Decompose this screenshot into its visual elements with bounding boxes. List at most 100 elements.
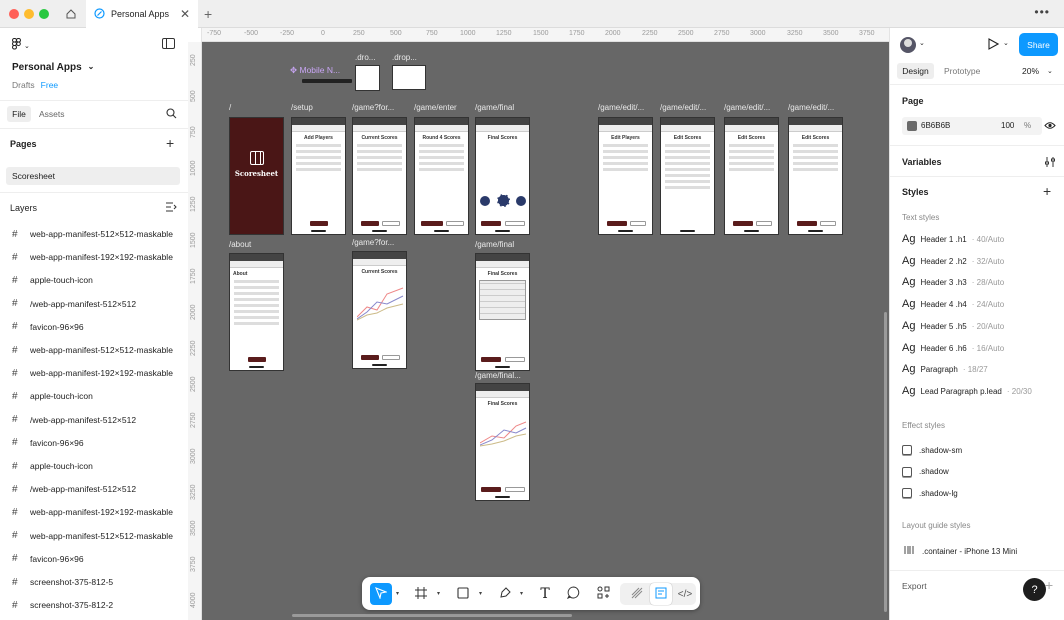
edit-scores-frame[interactable]: Edit Scores — [660, 117, 715, 235]
page-fill-field[interactable]: 6B6B6B 100 % — [902, 117, 1042, 135]
chevron-down-icon[interactable]: ▾ — [479, 590, 482, 597]
setup-frame[interactable]: Add Players — [291, 117, 346, 235]
effect-style-item[interactable]: .shadow-sm — [902, 445, 962, 455]
add-export-icon[interactable]: + — [1045, 577, 1053, 593]
help-button[interactable]: ? — [1023, 578, 1046, 601]
dev-mode-button[interactable]: </> — [674, 583, 696, 605]
final-scores-table-frame[interactable]: Final Scores — [475, 253, 530, 371]
frame-label-setup[interactable]: /setup — [291, 103, 313, 112]
frame-label-game-final[interactable]: /game/final — [475, 103, 514, 112]
tab-personal-apps[interactable]: Personal Apps ✕ — [86, 0, 198, 28]
frame-label-game-format[interactable]: /game?for... — [352, 238, 394, 247]
page-opacity[interactable]: 100 — [1001, 121, 1014, 130]
layer-item[interactable]: # apple-touch-icon — [12, 456, 93, 476]
frame-label-dropdown[interactable]: .drop... — [392, 53, 417, 62]
tab-design[interactable]: Design — [897, 63, 934, 79]
layer-item[interactable]: # screenshot-375-812-5 — [12, 572, 113, 592]
text-style-item[interactable]: Ag Header 3 .h3 · 28/Auto — [902, 276, 1004, 288]
layer-item[interactable]: # favicon-96×96 — [12, 433, 84, 453]
more-options-icon[interactable]: ••• — [1034, 5, 1050, 19]
layer-item[interactable]: # favicon-96×96 — [12, 317, 84, 337]
tab-assets[interactable]: Assets — [39, 106, 65, 122]
tab-file[interactable]: File — [7, 106, 31, 122]
round-scores-frame[interactable]: Round 4 Scores — [414, 117, 469, 235]
layer-item[interactable]: # web-app-manifest-512×512-maskable — [12, 526, 173, 546]
add-page-icon[interactable]: + — [166, 135, 174, 151]
close-window-button[interactable] — [9, 9, 19, 19]
home-icon[interactable] — [60, 4, 82, 24]
frame-label-about[interactable]: /about — [229, 240, 251, 249]
comment-tool-button[interactable] — [562, 583, 584, 605]
toggle-sidebar-icon[interactable] — [162, 38, 175, 52]
final-scores-frame[interactable]: Final Scores — [475, 117, 530, 235]
effect-style-item[interactable]: .shadow — [902, 466, 949, 477]
layer-item[interactable]: # screenshot-375-812-2 — [12, 595, 113, 615]
layer-item[interactable]: # apple-touch-icon — [12, 386, 93, 406]
design-mode-button[interactable] — [650, 583, 672, 605]
layer-item[interactable]: # apple-touch-icon — [12, 270, 93, 290]
text-tool-button[interactable]: T — [534, 583, 556, 605]
frame-label-game-edit[interactable]: /game/edit/... — [660, 103, 706, 112]
share-button[interactable]: Share — [1019, 33, 1058, 56]
layer-item[interactable]: # web-app-manifest-512×512-maskable — [12, 224, 173, 244]
collapse-layers-icon[interactable] — [166, 202, 177, 215]
vertical-scrollbar[interactable] — [884, 312, 887, 612]
chevron-down-icon[interactable]: ▾ — [437, 590, 440, 597]
eye-icon[interactable] — [1044, 121, 1056, 133]
plan-badge[interactable]: Free — [41, 80, 58, 90]
layer-item[interactable]: # favicon-96×96 — [12, 549, 84, 569]
frame-label-game-final[interactable]: /game/final — [475, 240, 514, 249]
text-style-item[interactable]: Ag Header 4 .h4 · 24/Auto — [902, 298, 1004, 310]
design-canvas[interactable]: ✥ Mobile N... .dro... .drop... / /setup … — [202, 42, 889, 620]
dropdown-frame[interactable] — [355, 65, 380, 91]
text-style-item[interactable]: Ag Header 1 .h1 · 40/Auto — [902, 233, 1004, 245]
tab-prototype[interactable]: Prototype — [944, 63, 980, 79]
color-swatch[interactable] — [907, 121, 917, 131]
effect-style-item[interactable]: .shadow-lg — [902, 488, 958, 498]
frame-label-dropdown[interactable]: .dro... — [355, 53, 375, 62]
chevron-down-icon[interactable]: ⌄ — [919, 39, 925, 47]
component-label-mobile-nav[interactable]: ✥ Mobile N... — [290, 65, 340, 76]
frame-label-game-final[interactable]: /game/final... — [475, 371, 521, 380]
pen-tool-button[interactable] — [494, 583, 516, 605]
text-style-item[interactable]: Ag Lead Paragraph p.lead · 20/30 — [902, 385, 1032, 397]
horizontal-scrollbar[interactable] — [292, 614, 572, 617]
text-style-item[interactable]: Ag Header 5 .h5 · 20/Auto — [902, 320, 1004, 332]
final-scores-chart-frame[interactable]: Final Scores — [475, 383, 530, 501]
frame-label-game-edit[interactable]: /game/edit/... — [788, 103, 834, 112]
layer-item[interactable]: # /web-app-manifest-512×512 — [12, 410, 136, 430]
layer-item[interactable]: # web-app-manifest-192×192-maskable — [12, 247, 173, 267]
maximize-window-button[interactable] — [39, 9, 49, 19]
frame-label-game-edit[interactable]: /game/edit/... — [724, 103, 770, 112]
present-icon[interactable] — [987, 38, 1000, 53]
current-scores-frame[interactable]: Current Scores — [352, 117, 407, 235]
edit-scores-frame[interactable]: Edit Scores — [788, 117, 843, 235]
minimize-window-button[interactable] — [24, 9, 34, 19]
file-location[interactable]: Drafts — [12, 80, 35, 90]
layer-item[interactable]: # web-app-manifest-192×192-maskable — [12, 363, 173, 383]
chevron-down-icon[interactable]: ▾ — [520, 590, 523, 597]
shape-tool-button[interactable] — [452, 583, 474, 605]
about-frame[interactable]: About — [229, 253, 284, 371]
text-style-item[interactable]: Ag Header 6 .h6 · 16/Auto — [902, 342, 1004, 354]
search-icon[interactable] — [166, 108, 177, 122]
edit-scores-frame[interactable]: Edit Scores — [724, 117, 779, 235]
actions-tool-button[interactable] — [592, 583, 614, 605]
layer-item[interactable]: # web-app-manifest-512×512-maskable — [12, 340, 173, 360]
avatar[interactable] — [900, 37, 916, 53]
main-menu-button[interactable]: ⌄ — [12, 38, 30, 53]
chevron-down-icon[interactable]: ⌄ — [1003, 39, 1009, 47]
close-tab-icon[interactable]: ✕ — [180, 7, 190, 21]
text-style-item[interactable]: Ag Header 2 .h2 · 32/Auto — [902, 255, 1004, 267]
frame-label-game-edit[interactable]: /game/edit/... — [598, 103, 644, 112]
frame-tool-button[interactable] — [410, 583, 432, 605]
dropdown-frame[interactable] — [392, 65, 426, 90]
draw-mode-button[interactable] — [626, 583, 648, 605]
move-tool-button[interactable] — [370, 583, 392, 605]
edit-players-frame[interactable]: Edit Players — [598, 117, 653, 235]
layout-style-item[interactable]: .container - iPhone 13 Mini — [904, 545, 1017, 557]
splash-frame[interactable]: Scoresheet — [229, 117, 284, 235]
page-color-hex[interactable]: 6B6B6B — [921, 121, 950, 130]
add-style-icon[interactable]: + — [1043, 183, 1051, 199]
layer-item[interactable]: # /web-app-manifest-512×512 — [12, 479, 136, 499]
